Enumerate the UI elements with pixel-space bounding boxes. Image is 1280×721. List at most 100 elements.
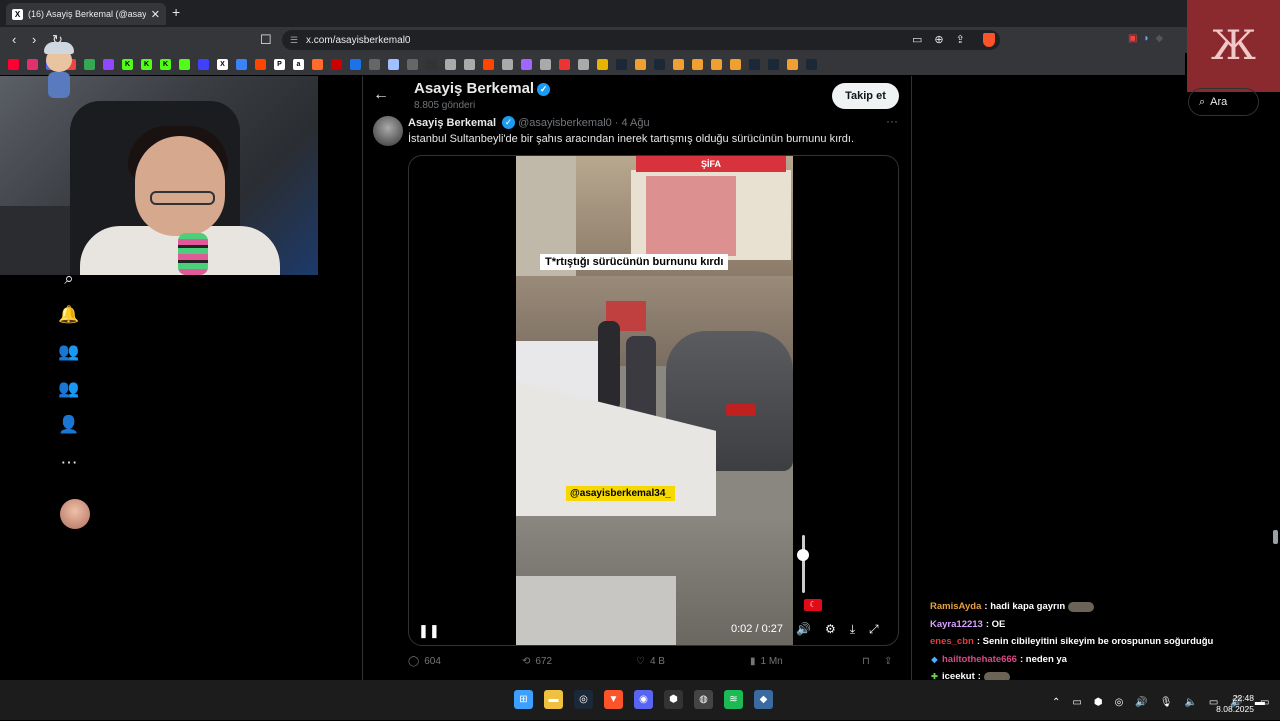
bell-icon[interactable]: 🔔 — [58, 304, 80, 326]
spotify-icon[interactable]: ≋ — [724, 690, 743, 709]
steam-icon[interactable]: ◎ — [574, 690, 593, 709]
bookmark-icon[interactable]: P — [274, 58, 285, 70]
bookmark-icon[interactable] — [179, 58, 190, 70]
more-icon[interactable]: ⋯ — [58, 452, 80, 474]
tweet-handle[interactable]: @asayisberkemal0 — [518, 117, 612, 129]
system-clock[interactable]: 22:48 8.08.2025 — [1214, 693, 1254, 715]
communities-alt-icon[interactable]: 👥 — [58, 378, 80, 400]
bookmark-icon[interactable] — [445, 58, 456, 70]
like-button[interactable]: ♡ 4 B — [636, 656, 750, 667]
bookmark-icon[interactable]: K — [160, 58, 171, 70]
bookmark-icon[interactable]: ⊓ — [862, 656, 884, 667]
bookmark-icon[interactable] — [388, 58, 399, 70]
bookmark-icon[interactable] — [331, 58, 342, 70]
video-player[interactable]: ŞİFA T*rtıştığı sürücünün burnunu kırdı … — [408, 155, 899, 646]
bookmark-icon[interactable] — [483, 58, 494, 70]
bookmark-page-icon[interactable]: ☐ — [260, 32, 272, 48]
bookmark-icon[interactable] — [787, 58, 798, 70]
file-explorer-icon[interactable]: ▬ — [544, 690, 563, 709]
tray-icon[interactable]: 🔈 — [1184, 697, 1196, 708]
bookmark-icon[interactable] — [312, 58, 323, 70]
bookmark-icon[interactable] — [27, 58, 38, 70]
bookmark-icon[interactable]: K — [122, 58, 133, 70]
communities-icon[interactable]: 👥 — [58, 341, 80, 363]
bookmark-icon[interactable] — [426, 58, 437, 70]
bookmark-icon[interactable] — [407, 58, 418, 70]
volume-icon[interactable]: 🔊 — [796, 622, 811, 637]
fullscreen-icon[interactable]: ⤢ — [869, 622, 879, 637]
tweet-date[interactable]: 4 Ağu — [621, 117, 649, 129]
chat-username[interactable]: hailtothehate666 — [942, 654, 1017, 665]
browser-tab-active[interactable]: X (16) Asayiş Berkemal (@asay ✕ — [6, 3, 166, 25]
bookmark-icon[interactable] — [654, 58, 665, 70]
tweet-author-name[interactable]: Asayiş Berkemal — [408, 117, 496, 129]
brave-shield-icon[interactable] — [983, 33, 995, 47]
repost-button[interactable]: ⟲ 672 — [522, 656, 636, 667]
bookmark-icon[interactable] — [692, 58, 703, 70]
discord-icon[interactable]: ◉ — [634, 690, 653, 709]
pause-button[interactable]: ❚❚ — [418, 623, 440, 639]
bookmark-icon[interactable]: a — [293, 58, 304, 70]
zoom-icon[interactable]: ⊕ — [934, 33, 943, 46]
views-button[interactable]: ▮ 1 Mn — [750, 656, 862, 667]
windows-start-icon[interactable]: ⊞ — [514, 690, 533, 709]
app-icon[interactable]: ◆ — [754, 690, 773, 709]
bookmark-icon[interactable] — [616, 58, 627, 70]
tray-icon[interactable]: ⌃ — [1052, 697, 1060, 708]
extension-icon-disabled[interactable]: ◆ — [1156, 33, 1164, 44]
tweet-avatar[interactable] — [373, 116, 403, 146]
bookmark-icon[interactable] — [749, 58, 760, 70]
extension-icon[interactable]: ▣ — [1128, 33, 1137, 44]
brave-icon[interactable]: ▼ — [604, 690, 623, 709]
follow-button[interactable]: Takip et — [832, 83, 899, 109]
bookmark-icon[interactable] — [103, 58, 114, 70]
bookmark-icon[interactable] — [635, 58, 646, 70]
chat-username[interactable]: Kayra12213 — [930, 619, 983, 630]
bookmark-icon[interactable] — [578, 58, 589, 70]
bookmark-icon[interactable] — [806, 58, 817, 70]
bookmark-icon[interactable] — [559, 58, 570, 70]
bookmark-icon[interactable] — [464, 58, 475, 70]
tweet-more-icon[interactable]: ··· — [886, 114, 898, 128]
tray-icon[interactable]: ◎ — [1115, 697, 1124, 708]
bookmark-icon[interactable]: K — [141, 58, 152, 70]
url-input[interactable]: ☰ x.com/asayisberkemal0 — [282, 30, 1000, 50]
bookmark-icon[interactable] — [8, 58, 19, 70]
tray-icon[interactable]: ⬢ — [1094, 697, 1103, 708]
bookmark-icon[interactable] — [198, 58, 209, 70]
tray-icon[interactable]: 🔊 — [1135, 697, 1147, 708]
settings-gear-icon[interactable]: ⚙ — [825, 622, 836, 637]
share-icon[interactable]: ⇪ — [956, 33, 965, 46]
forward-button[interactable]: › — [32, 32, 36, 47]
reply-button[interactable]: ◯ 604 — [408, 656, 522, 667]
site-settings-icon[interactable]: ☰ — [290, 35, 298, 46]
chat-username[interactable]: RamisAyda — [930, 601, 981, 612]
bookmark-icon[interactable] — [236, 58, 247, 70]
bookmark-icon[interactable]: X — [217, 58, 228, 70]
bookmark-icon[interactable] — [84, 58, 95, 70]
bookmark-icon[interactable] — [711, 58, 722, 70]
bookmark-icon[interactable] — [730, 58, 741, 70]
volume-slider[interactable] — [802, 535, 805, 593]
cast-icon[interactable]: ▭ — [912, 33, 922, 46]
bookmark-icon[interactable] — [521, 58, 532, 70]
pip-icon[interactable]: ⤓ — [850, 622, 855, 637]
obs-icon[interactable]: ◍ — [694, 690, 713, 709]
bookmark-icon[interactable] — [597, 58, 608, 70]
bookmark-icon[interactable] — [768, 58, 779, 70]
back-button[interactable]: ‹ — [12, 32, 16, 47]
tray-icon[interactable]: ▭ — [1072, 697, 1081, 708]
bookmark-icon[interactable] — [502, 58, 513, 70]
epic-icon[interactable]: ⬢ — [664, 690, 683, 709]
bookmark-icon[interactable] — [540, 58, 551, 70]
bookmark-icon[interactable] — [255, 58, 266, 70]
audio-extension-icon[interactable]: ◗ — [1143, 33, 1149, 44]
account-avatar[interactable] — [60, 499, 90, 529]
tab-close-icon[interactable]: ✕ — [151, 8, 160, 21]
bookmark-icon[interactable] — [369, 58, 380, 70]
search-input[interactable]: ⌕ Ara — [1188, 88, 1259, 116]
back-arrow-icon[interactable]: ← — [373, 86, 389, 104]
share-icon[interactable]: ⇪ — [884, 656, 896, 667]
notification-icon[interactable]: ▭ — [1260, 697, 1269, 708]
new-tab-button[interactable]: + — [172, 4, 180, 20]
